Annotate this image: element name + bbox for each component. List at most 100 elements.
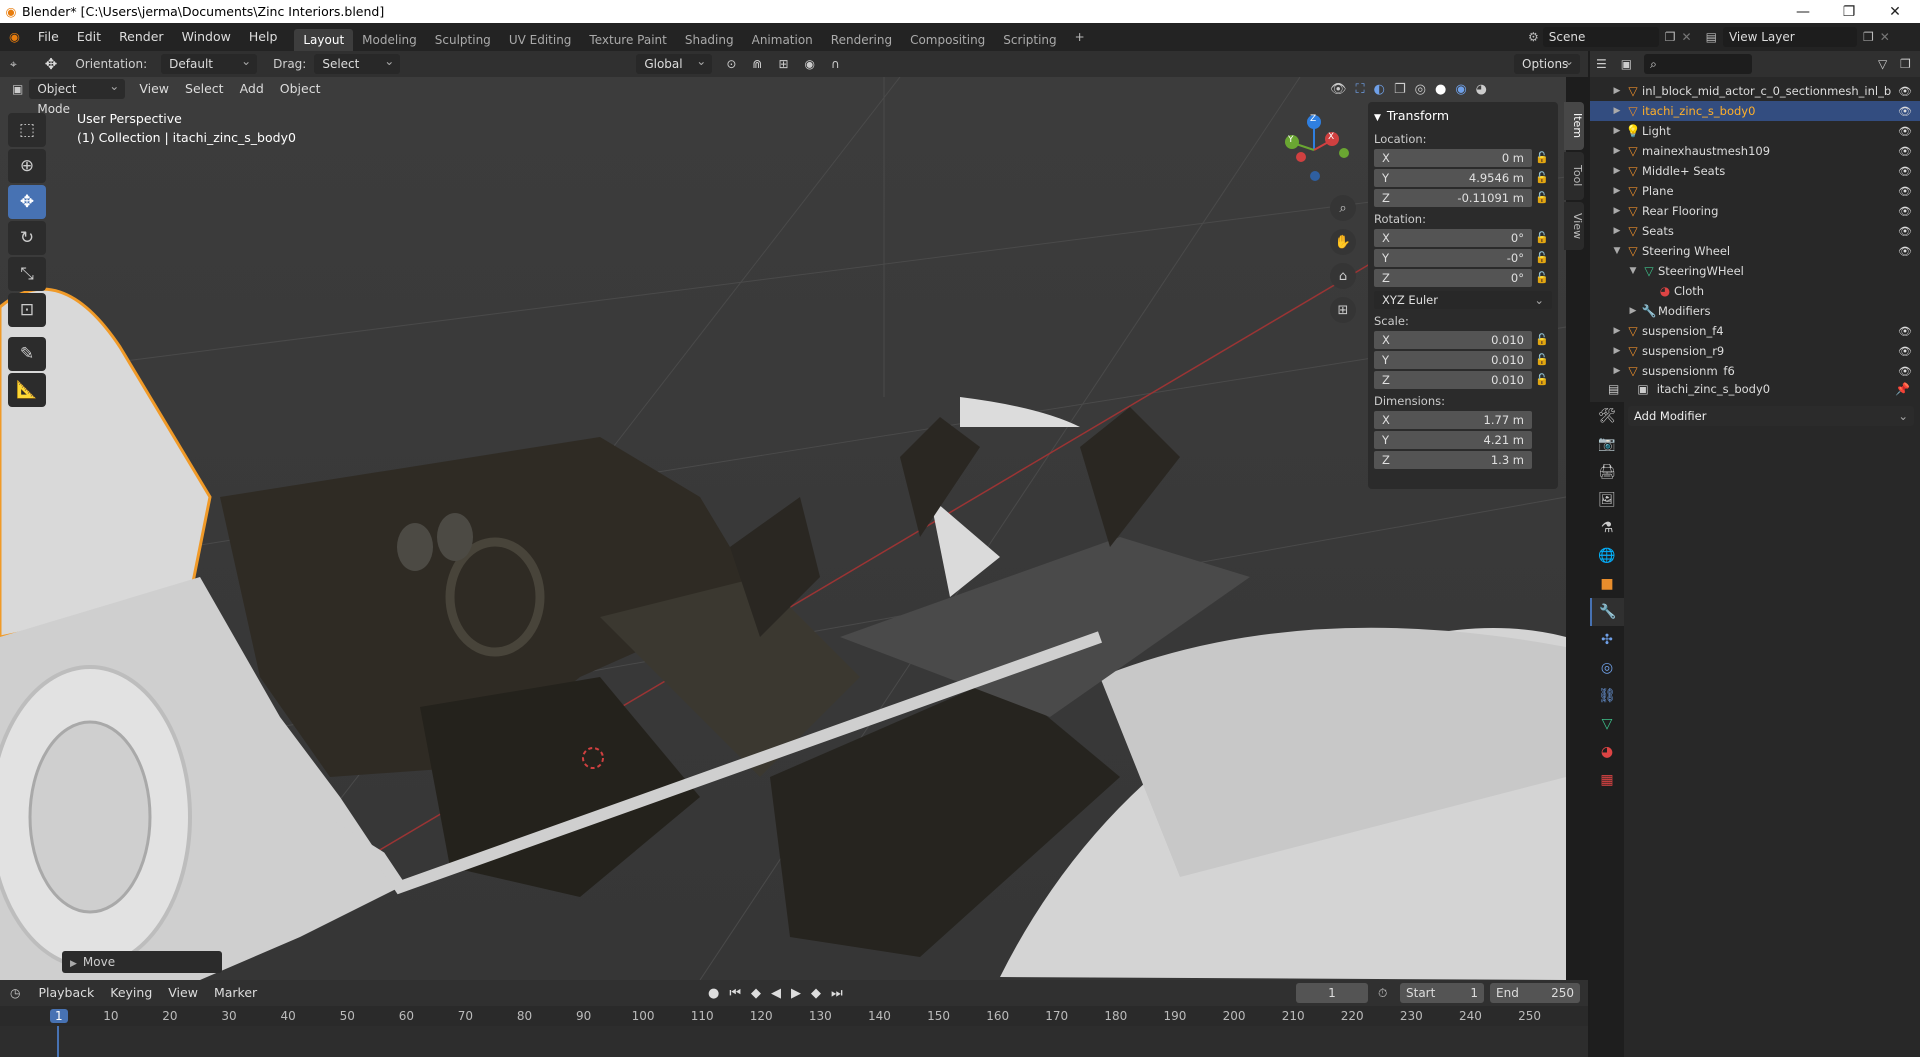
lock-icon[interactable]: 🔓: [1532, 171, 1552, 184]
tab-shading[interactable]: Shading: [676, 29, 743, 51]
tab-scripting[interactable]: Scripting: [994, 29, 1065, 51]
preview-range-icon[interactable]: ⏱: [1378, 986, 1387, 1001]
blender-menu-icon[interactable]: ◉: [0, 23, 29, 51]
navigation-gizmo[interactable]: Z X Y: [1276, 112, 1356, 192]
camera-icon[interactable]: ⌂: [1330, 263, 1356, 289]
expand-triangle-icon[interactable]: ▶: [1610, 106, 1624, 116]
eye-icon[interactable]: 👁: [1898, 205, 1912, 218]
properties-editor-icon[interactable]: ▤: [1608, 382, 1619, 396]
expand-triangle-icon[interactable]: ▶: [1610, 226, 1624, 236]
expand-triangle-icon[interactable]: ▼: [1626, 266, 1640, 276]
tab-uv-editing[interactable]: UV Editing: [500, 29, 581, 51]
outliner-editor-icon[interactable]: ☰: [1596, 57, 1607, 71]
dimensions-z-field[interactable]: Z 1.3 m: [1374, 450, 1532, 469]
new-scene-icon[interactable]: ❐: [1665, 30, 1676, 44]
expand-triangle-icon[interactable]: ▶: [1610, 86, 1624, 96]
timeline-menu-playback[interactable]: Playback: [30, 982, 102, 1004]
move-tool-button-icon[interactable]: ✥: [8, 185, 46, 219]
lock-icon[interactable]: 🔓: [1532, 271, 1552, 284]
texture-properties-icon[interactable]: ▦: [1590, 766, 1624, 794]
last-operation-panel[interactable]: ▶ Move: [62, 951, 222, 973]
lock-icon[interactable]: 🔓: [1532, 373, 1552, 386]
sidebar-tab-tool[interactable]: Tool: [1564, 152, 1584, 200]
view-layer-properties-icon[interactable]: 🖼: [1590, 486, 1624, 514]
frame-ruler[interactable]: 1 10 20 30 40 50 60 70 80 90 100 110 120 130 140 150 160…: [0, 1006, 1588, 1026]
lock-icon[interactable]: 🔓: [1532, 231, 1552, 244]
lock-icon[interactable]: 🔓: [1532, 353, 1552, 366]
sidebar-tab-item[interactable]: Item: [1564, 102, 1584, 150]
wireframe-shading-icon[interactable]: ◎: [1415, 82, 1426, 97]
lock-icon[interactable]: 🔓: [1532, 251, 1552, 264]
new-view-layer-icon[interactable]: ❐: [1863, 30, 1874, 44]
measure-tool-icon[interactable]: 📐: [8, 373, 46, 407]
dimensions-x-field[interactable]: X 1.77 m: [1374, 410, 1532, 429]
rotation-mode-dropdown[interactable]: XYZ Euler ⌄: [1374, 290, 1552, 309]
eye-icon[interactable]: 👁: [1898, 225, 1912, 238]
scale-y-field[interactable]: Y 0.010: [1374, 350, 1532, 369]
tab-sculpting[interactable]: Sculpting: [426, 29, 500, 51]
prev-keyframe-icon[interactable]: ◆: [751, 986, 761, 1001]
rendered-shading-icon[interactable]: ◕: [1476, 82, 1487, 97]
object-properties-icon[interactable]: ■: [1590, 570, 1624, 598]
viewport-menu-object[interactable]: Object: [272, 78, 329, 100]
lock-icon[interactable]: 🔓: [1532, 333, 1552, 346]
mode-dropdown[interactable]: Object Mode: [29, 76, 126, 116]
rotation-y-field[interactable]: Y -0°: [1374, 248, 1532, 267]
close-icon[interactable]: ✕: [1872, 0, 1918, 23]
location-y-field[interactable]: Y 4.9546 m: [1374, 168, 1532, 187]
zoom-icon[interactable]: ⌕: [1330, 195, 1356, 221]
delete-view-layer-icon[interactable]: ✕: [1880, 30, 1890, 44]
timeline-editor-icon[interactable]: ◷: [10, 986, 20, 1000]
expand-triangle-icon[interactable]: ▶: [1626, 306, 1640, 316]
play-reverse-icon[interactable]: ◀: [771, 986, 781, 1001]
material-properties-icon[interactable]: ◕: [1590, 738, 1624, 766]
outliner-row[interactable]: ▼ ▽ Steering Wheel 👁: [1590, 241, 1920, 261]
constraints-properties-icon[interactable]: ⛓: [1590, 682, 1624, 710]
tool-properties-icon[interactable]: 🛠: [1590, 402, 1624, 430]
expand-triangle-icon[interactable]: ▶: [1610, 326, 1624, 336]
outliner-row[interactable]: ▶ ▽ mainexhaustmesh109 👁: [1590, 141, 1920, 161]
tab-modeling[interactable]: Modeling: [353, 29, 426, 51]
3d-viewport[interactable]: User Perspective (1) Collection | itachi…: [0, 77, 1566, 980]
sidebar-tab-view[interactable]: View: [1564, 202, 1584, 250]
next-keyframe-icon[interactable]: ◆: [811, 986, 821, 1001]
rotate-tool-icon[interactable]: ↻: [8, 221, 46, 255]
play-icon[interactable]: ▶: [791, 986, 801, 1001]
mesh-data-properties-icon[interactable]: ▽: [1590, 710, 1624, 738]
outliner-row[interactable]: ▼ ▽ SteeringWHeel: [1590, 261, 1920, 281]
timeline-track[interactable]: [0, 1026, 1588, 1057]
outliner-row[interactable]: ▶ ▽ Rear Flooring 👁: [1590, 201, 1920, 221]
viewport-menu-select[interactable]: Select: [177, 78, 232, 100]
world-properties-icon[interactable]: 🌐: [1590, 542, 1624, 570]
menu-edit[interactable]: Edit: [68, 23, 110, 51]
expand-triangle-icon[interactable]: ▶: [1610, 126, 1624, 136]
expand-triangle-icon[interactable]: ▶: [1610, 146, 1624, 156]
transform-orientation-dropdown[interactable]: Global: [636, 51, 713, 74]
timeline-menu-view[interactable]: View: [160, 982, 206, 1004]
visibility-icon[interactable]: 👁: [1330, 82, 1347, 97]
pin-icon[interactable]: 📌: [1895, 382, 1910, 396]
outliner-row[interactable]: ▶ ▽ Seats 👁: [1590, 221, 1920, 241]
scene-field[interactable]: Scene: [1542, 27, 1659, 47]
eye-icon[interactable]: 👁: [1898, 145, 1912, 158]
eye-icon[interactable]: 👁: [1898, 185, 1912, 198]
tab-compositing[interactable]: Compositing: [901, 29, 994, 51]
add-modifier-dropdown[interactable]: Add Modifier ⌄: [1628, 406, 1914, 426]
render-properties-icon[interactable]: 📷: [1590, 430, 1624, 458]
select-box-tool-icon[interactable]: ⬚: [8, 113, 46, 147]
outliner-row[interactable]: ▶ 💡 Light 👁: [1590, 121, 1920, 141]
lock-icon[interactable]: 🔓: [1532, 191, 1552, 204]
end-frame-field[interactable]: End 250: [1490, 983, 1580, 1003]
jump-start-icon[interactable]: ⏮: [729, 986, 741, 1001]
view-layer-field[interactable]: View Layer: [1722, 27, 1857, 47]
start-frame-field[interactable]: Start 1: [1400, 983, 1484, 1003]
drag-dropdown[interactable]: Select Box: [314, 51, 401, 91]
outliner-row[interactable]: ▶ ▽ suspension_r9 👁: [1590, 341, 1920, 361]
timeline-menu-keying[interactable]: Keying: [102, 982, 160, 1004]
dimensions-y-field[interactable]: Y 4.21 m: [1374, 430, 1532, 449]
viewport-menu-add[interactable]: Add: [232, 78, 272, 100]
material-shading-icon[interactable]: ◉: [1455, 82, 1466, 97]
expand-triangle-icon[interactable]: ▶: [1610, 346, 1624, 356]
tab-animation[interactable]: Animation: [743, 29, 822, 51]
eye-icon[interactable]: 👁: [1898, 325, 1912, 338]
